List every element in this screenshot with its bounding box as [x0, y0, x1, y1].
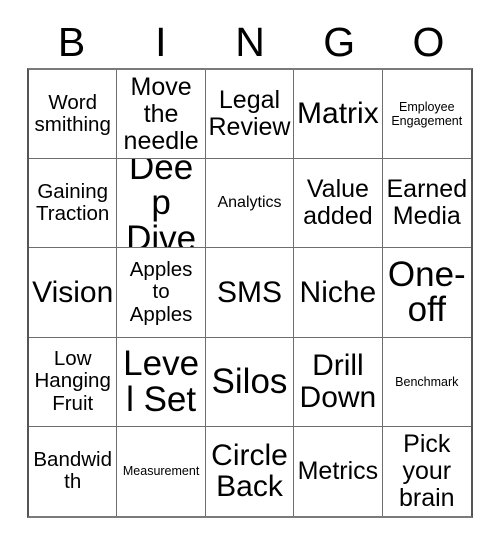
bingo-cell-label: Analytics: [217, 194, 282, 212]
bingo-header-letter-g: G: [323, 19, 356, 65]
bingo-cell-label: Employee Engagement: [391, 100, 463, 129]
bingo-cell-label: Move the needle: [123, 72, 199, 155]
bingo-cell[interactable]: One-off: [382, 248, 471, 338]
bingo-cell[interactable]: Earned Media: [382, 159, 471, 249]
bingo-cell[interactable]: Pick your brain: [382, 426, 471, 516]
bingo-cell[interactable]: Legal Review: [205, 70, 295, 160]
bingo-cell[interactable]: Apples to Apples: [117, 248, 206, 338]
bingo-cell-label: Legal Review: [208, 86, 291, 142]
bingo-cell[interactable]: Bandwidth: [29, 426, 118, 516]
bingo-cell-label: Gaining Traction: [36, 179, 110, 226]
bingo-cell-label: Earned Media: [386, 175, 468, 231]
bingo-cell[interactable]: Level Set: [117, 337, 206, 427]
bingo-cell-label: Low Hanging Fruit: [34, 346, 111, 415]
bingo-cell-label: Vision: [32, 275, 114, 309]
bingo-cell-label: Benchmark: [395, 374, 459, 389]
bingo-header-letter-o: O: [412, 19, 445, 65]
bingo-cell[interactable]: Matrix: [294, 70, 383, 160]
bingo-cell[interactable]: Move the needle: [117, 70, 206, 160]
bingo-cell[interactable]: Gaining Traction: [29, 159, 118, 249]
bingo-cell[interactable]: Value added: [294, 159, 383, 249]
bingo-cell-label: Bandwidth: [33, 447, 113, 494]
bingo-cell[interactable]: Silos: [205, 337, 295, 427]
bingo-cell-label: Circle Back: [211, 438, 288, 504]
bingo-header: B I N G O: [27, 18, 473, 66]
bingo-cell-label: Drill Down: [299, 348, 377, 414]
bingo-grid: Word smithing Move the needle Legal Review…: [27, 68, 473, 518]
bingo-cell[interactable]: Niche: [294, 248, 383, 338]
bingo-cell-label: Pick your brain: [399, 429, 455, 512]
bingo-cell-label: Apples to Apples: [129, 257, 193, 326]
bingo-cell[interactable]: Measurement: [117, 426, 206, 516]
bingo-cell-label: Metrics: [297, 456, 379, 485]
bingo-cell-label: Matrix: [297, 97, 379, 131]
bingo-cell[interactable]: Metrics: [294, 426, 383, 516]
bingo-cell-label: Measurement: [122, 464, 200, 479]
bingo-cell[interactable]: Drill Down: [294, 337, 383, 427]
bingo-cell[interactable]: Employee Engagement: [382, 70, 471, 160]
bingo-cell[interactable]: Low Hanging Fruit: [29, 337, 118, 427]
bingo-cell-label: SMS: [216, 275, 282, 309]
bingo-cell-label: Value added: [303, 175, 373, 231]
bingo-cell[interactable]: Word smithing: [29, 70, 118, 160]
bingo-cell-label: Deep Dive: [126, 159, 197, 249]
bingo-cell-label: Silos: [211, 361, 288, 401]
bingo-cell[interactable]: Deep Dive: [117, 159, 206, 249]
bingo-cell[interactable]: Circle Back: [205, 426, 295, 516]
bingo-header-letter-n: N: [235, 19, 265, 65]
bingo-cell[interactable]: Vision: [29, 248, 118, 338]
bingo-cell-label: Word smithing: [34, 90, 111, 137]
bingo-cell-label: Level Set: [123, 344, 200, 419]
bingo-cell-label: Niche: [299, 275, 377, 309]
bingo-cell[interactable]: SMS: [205, 248, 295, 338]
bingo-header-letter-b: B: [57, 19, 86, 65]
bingo-cell[interactable]: Benchmark: [382, 337, 471, 427]
bingo-cell-label: One-off: [387, 254, 466, 330]
bingo-header-letter-i: I: [155, 19, 167, 65]
bingo-cell[interactable]: Analytics: [205, 159, 295, 249]
bingo-card: B I N G O Word smithing Move the needle Le…: [0, 0, 500, 544]
